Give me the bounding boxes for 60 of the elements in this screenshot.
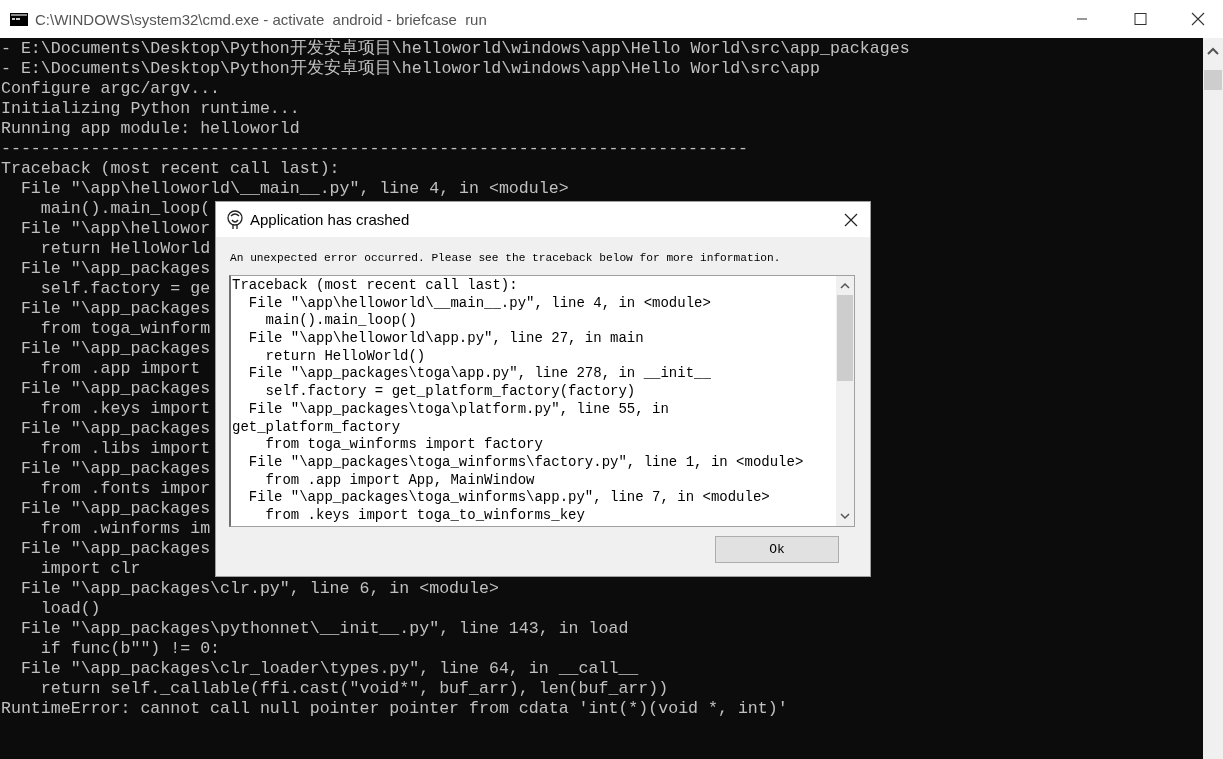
console-line: Initializing Python runtime... — [1, 99, 300, 119]
console-line: - E:\Documents\Desktop\Python开发安卓项目\helloworld\windows\app\Hello World\src\app_packages — [1, 39, 910, 58]
console-line: main().main_loop( — [39, 199, 211, 219]
traceback-line: from .app import App, MainWindow — [264, 471, 536, 490]
traceback-line: File "\app\helloworld\app.py", line 27, in main — [247, 330, 645, 348]
dialog-title: Application has crashed — [250, 211, 410, 228]
scrollbar-thumb[interactable] — [1204, 70, 1222, 90]
traceback-line: File "\app_packages\toga\app.py", line 278, in __init__ — [247, 365, 712, 384]
console-line: return self._callable(ffi.cast("void*", buf_arr), len(buf_arr)) — [39, 679, 669, 699]
traceback-line: from toga_winforms import factory — [264, 436, 544, 454]
console-line: from .libs import — [39, 439, 211, 459]
console-line: Running app module: helloworld — [1, 119, 300, 139]
scrollbar-thumb[interactable] — [837, 295, 853, 381]
console-line: --------------------------------------------------------------------------- — [1, 139, 748, 159]
traceback-line: File "\app_packages\toga_winforms\app.py", line 7, in <module> — [247, 489, 771, 507]
console-line: from .fonts impor — [39, 479, 211, 499]
error-message: An unexpected error occurred. Please see the traceback below for more information. — [230, 252, 782, 264]
traceback-line: from .keys import toga_to_winforms_key — [264, 506, 586, 525]
console-line: File "\app_packages — [19, 299, 211, 319]
console-line: File "\app_packages — [19, 259, 211, 279]
console-line: if func(b"") != 0: — [39, 639, 221, 659]
window-title: C:\WINDOWS\system32\cmd.exe - activate android - briefcase run — [35, 10, 487, 28]
scroll-down-icon[interactable] — [840, 513, 850, 520]
console-line: File "\app\helloworld\__main__.py", line 4, in <module> — [19, 179, 569, 199]
console-line: - E:\Documents\Desktop\Python开发安卓项目\helloworld\windows\app\Hello World\src\app — [1, 59, 820, 79]
console-line: import clr — [39, 559, 141, 579]
scroll-up-icon[interactable] — [840, 282, 850, 289]
traceback-line: main().main_loop() — [264, 312, 418, 331]
console-line: File "\app\hellowor — [19, 219, 211, 239]
console-line: File "\app_packages\pythonnet\__init__.py", line 143, in load — [19, 619, 629, 639]
ok-button[interactable]: Ok — [715, 536, 839, 563]
console-line: File "\app_packages — [19, 339, 211, 359]
traceback-line: self.factory = get_platform_factory(factory) — [264, 383, 637, 401]
console-line: from toga_winform — [39, 319, 211, 339]
close-icon[interactable] — [844, 212, 858, 227]
traceback-line: File "\app\helloworld\__main__.py", line 4, in <module> — [247, 294, 712, 313]
console-line: File "\app_packages\clr.py", line 6, in <module> — [19, 579, 499, 599]
console-line: return HelloWorld — [39, 239, 211, 259]
traceback-box[interactable] — [229, 275, 855, 527]
traceback-line: return HelloWorld() — [264, 347, 427, 366]
traceback-line: get_platform_factory — [232, 418, 402, 437]
traceback-line: File "\app_packages\toga_winforms\factory.py", line 1, in <module> — [247, 453, 805, 472]
console-line: Configure argc/argv... — [1, 79, 221, 99]
console-icon — [10, 12, 28, 26]
console-line: File "\app_packages — [19, 379, 211, 399]
console-line: self.factory = ge — [39, 279, 211, 299]
scroll-up-icon[interactable] — [1207, 47, 1219, 55]
console-line: File "\app_packages — [19, 419, 211, 439]
traceback-line: Traceback (most recent call last): — [232, 277, 519, 295]
console-line: File "\app_packages\clr_loader\types.py", line 64, in __call__ — [19, 659, 639, 679]
traceback-line: File "\app_packages\toga\platform.py", line 55, in — [247, 400, 670, 419]
console-line: File "\app_packages — [19, 459, 211, 479]
console-line: File "\app_packages — [19, 539, 211, 559]
console-line: from .winforms im — [39, 519, 211, 539]
console-line: Traceback (most recent call last): — [1, 159, 340, 179]
console-line: File "\app_packages — [19, 499, 211, 519]
console-line: load() — [39, 599, 101, 619]
console-line: from .keys import — [39, 399, 211, 419]
console-line: RuntimeError: cannot call null pointer pointer from cdata 'int(*)(void *, int)' — [1, 699, 788, 719]
console-line: from .app import — [39, 359, 201, 379]
